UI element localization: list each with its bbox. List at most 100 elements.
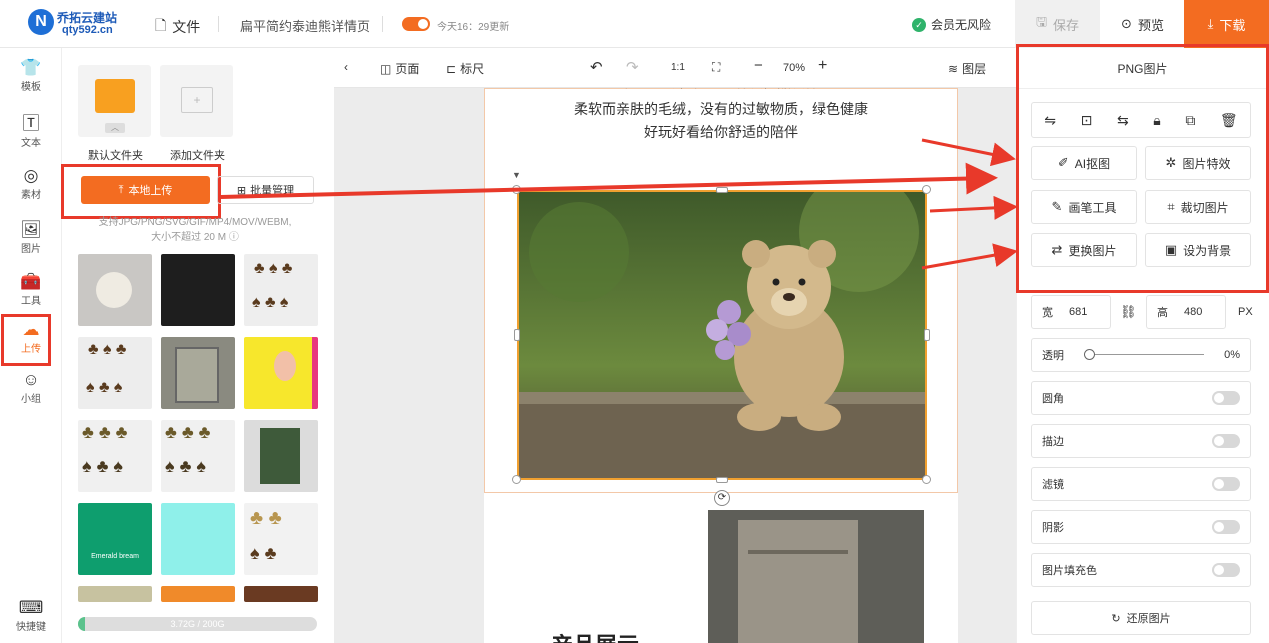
rail-item-material[interactable]: ◎ 素材 [0,166,62,201]
collapse-panel-icon[interactable]: ‹ [344,60,348,74]
fill-color-switch[interactable] [1212,563,1240,577]
upload-thumbnail[interactable]: ♣ ♣ ♠ ♣ [244,503,318,575]
logo-icon[interactable]: N [28,9,54,35]
resize-handle-top-right[interactable] [922,185,931,194]
folder-icon [95,79,135,113]
upload-thumbnail[interactable]: ♣ ♣ ♣ ♠ ♣ ♠ [78,420,152,492]
canvas-text-line-3[interactable]: 好玩好看给你舒适的陪伴 [484,122,958,142]
rail-item-text[interactable]: 🅃 文本 [0,114,62,149]
add-folder-icon: + [181,87,213,113]
upload-thumbnail[interactable] [244,586,318,602]
wood-crate-photo[interactable] [708,510,924,643]
opacity-slider[interactable] [1084,349,1205,361]
resize-handle-bottom-left[interactable] [512,475,521,484]
upload-thumbnail[interactable] [78,586,152,602]
upload-thumbnail[interactable]: ♣ ♠ ♣ ♠ ♣ ♠ [78,337,152,409]
ruler-label: 标尺 [460,62,485,76]
rotate-handle-icon[interactable]: ⟳ [714,490,730,506]
member-risk-badge[interactable]: ✓ 会员无风险 [912,16,991,33]
toolbox-icon: 🧰 [20,272,42,291]
storage-usage-text: 3.72G / 200G [170,619,225,629]
rail-item-group[interactable]: ☺ 小组 [0,370,62,405]
product-display-heading[interactable]: 产品展示 [551,633,661,643]
zoom-level[interactable]: 70% [783,62,805,74]
rail-item-label: 模板 [21,82,41,93]
corner-radius-label: 圆角 [1042,393,1064,405]
file-menu[interactable]: 🗋 文件 [155,15,200,39]
filter-switch[interactable] [1212,477,1240,491]
file-icon: 🗋 [155,17,167,33]
rail-item-template[interactable]: 👕 模板 [0,58,62,93]
resize-handle-top-left[interactable] [512,185,521,194]
batch-manage-button[interactable]: ⊞ 批量管理 [217,176,314,204]
redo-icon[interactable]: ↷ [626,58,639,76]
default-folder-card[interactable]: ︿ [78,65,151,137]
shortcut-label: 快捷键 [16,622,46,633]
logo-domain: qty592.cn [62,24,113,36]
zoom-in-icon[interactable]: + [818,57,827,75]
resize-handle-bottom[interactable] [716,477,728,483]
save-label: 保存 [1053,17,1080,33]
canvas-text-line-2[interactable]: 柔软而亲肤的毛绒，没有的过敏物质，绿色健康 [484,99,958,119]
link-aspect-icon[interactable]: ⛓ [1120,304,1137,320]
document-title[interactable]: 扁平简约泰迪熊详情页 [240,16,370,35]
material-icon: ◎ [23,166,39,185]
ruler-button[interactable]: ⊏ 标尺 [446,60,484,77]
rail-item-image[interactable]: 🖼 图片 [0,220,62,255]
preview-button[interactable]: ⊙ 预览 [1100,0,1185,48]
upload-thumbnail[interactable] [244,420,318,492]
layers-label: 图层 [962,62,987,76]
fill-color-label: 图片填充色 [1042,565,1097,577]
group-icon: ☺ [22,370,40,389]
opacity-thumb[interactable] [1084,349,1096,360]
resize-handle-bottom-right[interactable] [922,475,931,484]
upload-thumbnail[interactable]: ♣ ♠ ♣ ♠ ♣ ♠ [244,254,318,326]
resize-handle-right[interactable] [924,329,930,341]
upload-thumbnail[interactable]: ♣ ♣ ♣ ♠ ♣ ♠ [161,420,235,492]
crate-slat [748,550,848,554]
rail-item-tools[interactable]: 🧰 工具 [0,272,62,307]
width-label: 宽 [1042,307,1053,319]
width-field[interactable]: 宽 681 [1031,295,1111,329]
shortcut-keys[interactable]: ⌨ 快捷键 [0,598,62,633]
height-field[interactable]: 高 480 [1146,295,1226,329]
download-button[interactable]: ⤓ 下载 [1184,0,1269,48]
actual-size-button[interactable]: 1:1 [671,62,685,73]
help-icon[interactable]: ⓘ [229,232,239,243]
save-button[interactable]: 🖫 保存 [1015,0,1100,48]
thumb-shape: ♠ ♣ ♠ [82,456,123,476]
thumb-shape: ♣ ♣ ♣ [165,422,211,442]
restore-image-button[interactable]: ↻ 还原图片 [1031,601,1251,635]
add-folder-card[interactable]: + [160,65,233,137]
upload-thumbnail[interactable] [161,586,235,602]
rail-item-label: 文本 [21,138,41,149]
autosave-toggle[interactable] [402,17,430,31]
corner-radius-switch[interactable] [1212,391,1240,405]
member-risk-label: 会员无风险 [931,18,992,32]
resize-handle-top[interactable] [716,187,728,193]
stroke-switch[interactable] [1212,434,1240,448]
selected-teddy-image[interactable] [517,190,927,480]
upload-thumbnail[interactable]: Emerald bream [78,503,152,575]
batch-manage-label: 批量管理 [250,185,295,197]
image-icon: 🖼 [20,220,42,239]
shadow-switch[interactable] [1212,520,1240,534]
play-icon: ⊙ [1121,16,1132,31]
upload-thumbnail[interactable] [161,337,235,409]
layers-button[interactable]: ≋ 图层 [948,60,986,77]
page-button[interactable]: ◫ 页面 [380,60,419,77]
thumb-shape [260,428,300,484]
zoom-out-icon[interactable]: − [754,57,763,74]
collapse-arrow-icon[interactable]: ▼ [512,170,521,180]
fit-screen-icon[interactable]: ⛶ [712,60,720,75]
formats-line-1: 支持JPG/PNG/SVG/GIF/MP4/MOV/WEBM, [98,217,292,228]
upload-thumbnail[interactable] [78,254,152,326]
resize-handle-left[interactable] [514,329,520,341]
undo-icon[interactable]: ↶ [590,58,603,76]
upload-thumbnail[interactable] [244,337,318,409]
opacity-control: 透明 0% [1031,338,1251,372]
upload-thumbnail[interactable] [161,503,235,575]
upload-thumbnail[interactable] [161,254,235,326]
chevron-up-icon[interactable]: ︿ [105,123,125,133]
thumb-shape [175,347,219,403]
